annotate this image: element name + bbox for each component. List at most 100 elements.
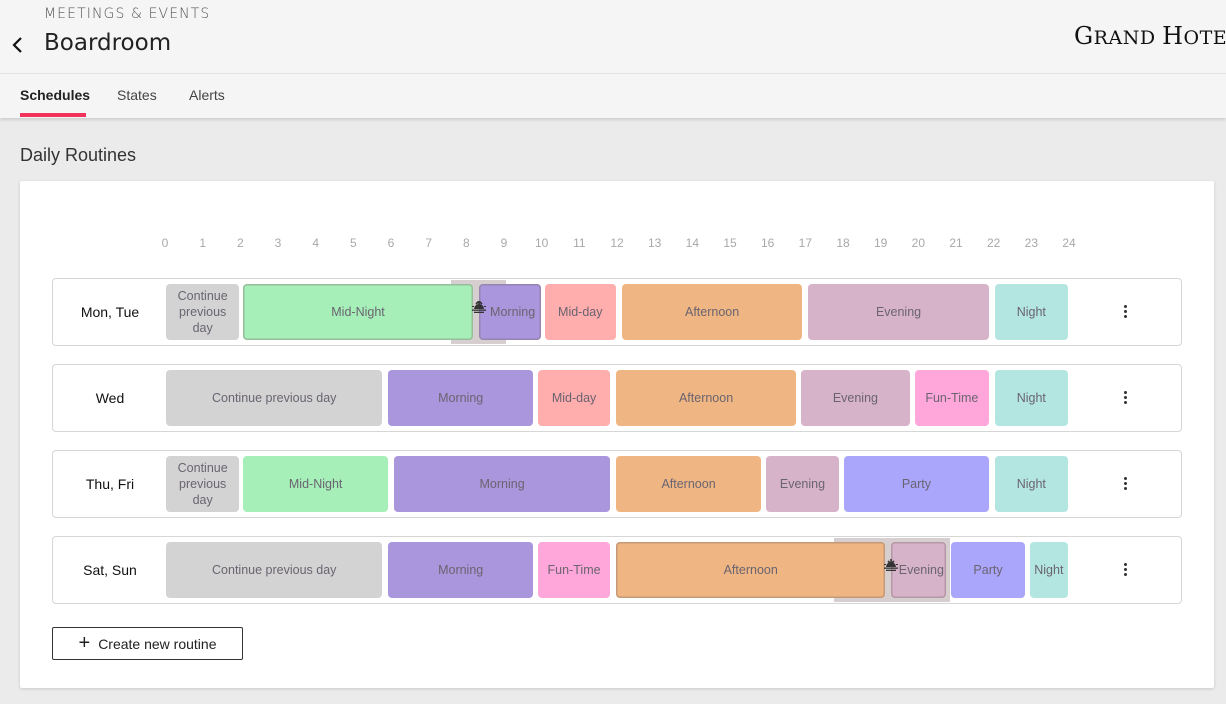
header-divider xyxy=(0,73,1226,74)
routine-segment-evening[interactable]: Evening xyxy=(808,284,989,340)
segment-label: Evening xyxy=(832,391,878,405)
hour-tick-label: 21 xyxy=(949,236,963,250)
hour-tick-label: 9 xyxy=(500,236,508,250)
routine-segment-afternoon[interactable]: Afternoon xyxy=(616,542,886,598)
segment-label: Morning xyxy=(438,391,484,405)
plus-icon: + xyxy=(78,631,91,654)
routine-segment-morning[interactable]: Morning xyxy=(478,284,541,340)
routine-segment-continue[interactable]: Continue previous day xyxy=(166,370,383,426)
segment-label: Continue previous day xyxy=(212,563,337,577)
hour-tick-label: 14 xyxy=(685,236,700,250)
segment-label: Party xyxy=(901,477,932,491)
breadcrumb-overline: MEETINGS & EVENTS xyxy=(44,6,211,22)
hour-tick-label: 3 xyxy=(274,236,282,250)
routine-segment-mid-day[interactable]: Mid-day xyxy=(537,370,611,426)
hour-tick-label: 7 xyxy=(425,236,432,250)
more-vert-icon[interactable] xyxy=(1117,470,1133,496)
segment-label: Afternoon xyxy=(661,477,716,491)
hour-tick-label: 18 xyxy=(836,236,850,250)
chevron-left-icon xyxy=(12,37,22,53)
routine-segment-mid-night[interactable]: Mid-Night xyxy=(243,456,389,512)
segment-label: Morning xyxy=(479,477,525,491)
hour-tick-label: 17 xyxy=(798,236,813,250)
hour-tick-label: 22 xyxy=(986,236,1001,250)
routine-segment-continue[interactable]: Continue previous day xyxy=(166,456,240,512)
hour-tick-label: 19 xyxy=(873,236,888,250)
routine-segment-evening[interactable]: Evening xyxy=(801,370,910,426)
tab-alerts[interactable]: Alerts xyxy=(189,87,225,103)
routine-segment-fun-time[interactable]: Fun-Time xyxy=(537,542,611,598)
create-new-routine-button[interactable]: + Create new routine xyxy=(52,627,243,660)
routine-segment-night[interactable]: Night xyxy=(1029,542,1068,598)
hour-tick-label: 23 xyxy=(1024,236,1039,250)
more-vert-icon[interactable] xyxy=(1117,556,1133,582)
segment-label: Afternoon xyxy=(678,391,734,405)
hour-tick-label: 15 xyxy=(723,236,737,250)
page-header: MEETINGS & EVENTS Boardroom GRAND HOTEL xyxy=(0,0,1226,118)
segment-label: Fun-Time xyxy=(925,391,979,405)
segment-label: Morning xyxy=(490,305,536,319)
segment-label: Mid-Night xyxy=(331,305,385,319)
hour-tick-label: 13 xyxy=(647,236,662,250)
segment-label: Continue previous day xyxy=(177,289,228,335)
routine-segment-morning[interactable]: Morning xyxy=(388,542,534,598)
section-title: Daily Routines xyxy=(20,145,137,165)
hour-tick-label: 0 xyxy=(161,236,169,250)
routine-segment-evening[interactable]: Evening xyxy=(891,542,946,598)
hour-tick-label: 8 xyxy=(462,236,470,250)
hour-tick-label: 11 xyxy=(573,236,586,250)
hour-tick-label: 4 xyxy=(312,236,319,250)
routine-segment-party[interactable]: Party xyxy=(844,456,989,512)
routine-days-label: Sat, Sun xyxy=(83,562,137,578)
routine-segment-afternoon[interactable]: Afternoon xyxy=(621,284,803,340)
routine-segment-evening[interactable]: Evening xyxy=(766,456,839,512)
routine-days-label: Thu, Fri xyxy=(85,476,135,492)
segment-label: Continue previous day xyxy=(177,461,228,507)
page-title: Boardroom xyxy=(44,30,172,56)
segment-label: Party xyxy=(973,563,1003,577)
create-new-routine-label: Create new routine xyxy=(98,635,217,652)
segment-label: Mid-Night xyxy=(288,477,343,491)
hour-tick-label: 2 xyxy=(236,236,244,250)
more-vert-icon[interactable] xyxy=(1117,298,1133,324)
routines-card xyxy=(20,181,1214,688)
active-tab-indicator xyxy=(20,113,86,117)
grand-hotel-logo: GRAND HOTEL xyxy=(1074,22,1226,50)
routine-segment-morning[interactable]: Morning xyxy=(393,456,611,512)
routine-segment-afternoon[interactable]: Afternoon xyxy=(616,456,761,512)
routine-segment-night[interactable]: Night xyxy=(994,370,1068,426)
segment-label: Evening xyxy=(898,563,944,577)
routine-segment-night[interactable]: Night xyxy=(994,456,1068,512)
back-button[interactable] xyxy=(8,33,28,57)
hour-tick-label: 12 xyxy=(610,236,624,250)
routine-segment-continue[interactable]: Continue previous day xyxy=(166,542,383,598)
routine-segment-mid-night[interactable]: Mid-Night xyxy=(243,284,473,340)
segment-label: Fun-Time xyxy=(547,563,601,577)
tab-states[interactable]: States xyxy=(117,87,157,103)
routine-segment-mid-day[interactable]: Mid-day xyxy=(544,284,616,340)
segment-label: Continue previous day xyxy=(212,391,337,405)
segment-label: Mid-day xyxy=(558,305,603,319)
hour-tick-label: 1 xyxy=(199,236,206,250)
more-vert-icon[interactable] xyxy=(1117,384,1133,410)
routine-segment-fun-time[interactable]: Fun-Time xyxy=(914,370,989,426)
routine-segment-night[interactable]: Night xyxy=(994,284,1068,340)
segment-label: Night xyxy=(1016,391,1046,405)
routine-segment-party[interactable]: Party xyxy=(951,542,1025,598)
segment-label: Afternoon xyxy=(684,305,740,319)
segment-label: Mid-day xyxy=(551,391,597,405)
segment-label: Night xyxy=(1016,305,1046,319)
tab-schedules[interactable]: Schedules xyxy=(20,87,90,103)
segment-label: Afternoon xyxy=(723,563,778,577)
segment-label: Morning xyxy=(438,563,484,577)
routine-segment-continue[interactable]: Continue previous day xyxy=(166,284,240,340)
routine-days-label: Wed xyxy=(95,390,125,406)
hour-tick-label: 24 xyxy=(1062,236,1076,250)
routine-segment-morning[interactable]: Morning xyxy=(388,370,534,426)
hour-tick-label: 16 xyxy=(760,236,775,250)
routine-segment-afternoon[interactable]: Afternoon xyxy=(616,370,797,426)
routine-days-label: Mon, Tue xyxy=(80,304,140,320)
hour-tick-label: 6 xyxy=(387,236,395,250)
hour-tick-label: 10 xyxy=(534,236,549,250)
sunrise-icon xyxy=(471,300,486,313)
